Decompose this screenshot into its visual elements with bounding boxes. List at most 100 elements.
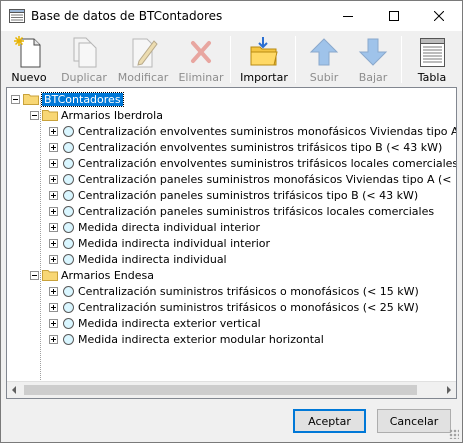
cancel-button[interactable]: Cancelar [377, 409, 451, 433]
circle-node-icon [63, 189, 74, 201]
toolbar-separator [401, 36, 402, 83]
table-button[interactable]: Tabla [409, 33, 455, 85]
expand-toggle[interactable] [49, 142, 58, 152]
tree-view[interactable]: BTContadores Armarios Iberdrola Centrali… [6, 87, 457, 399]
tree-item-label: Centralización paneles suministros monof… [78, 172, 457, 186]
tree-item[interactable]: Medida directa individual interior [49, 219, 260, 235]
circle-node-icon [63, 333, 74, 345]
collapse-toggle[interactable] [11, 94, 20, 104]
arrow-down-icon [358, 38, 388, 66]
tree-group-endesa[interactable]: Armarios Endesa [30, 267, 154, 283]
expand-toggle[interactable] [49, 126, 58, 136]
import-label: Importar [240, 71, 288, 84]
scroll-right-icon[interactable] [447, 386, 451, 394]
tree-root[interactable]: BTContadores [11, 91, 124, 107]
new-document-icon [14, 36, 41, 68]
folder-icon [42, 270, 58, 281]
tree-item[interactable]: Centralización envolventes suministros t… [49, 155, 457, 171]
toolbar-separator [295, 36, 296, 83]
move-up-label: Subir [309, 71, 339, 84]
edit-pencil-icon [132, 38, 158, 68]
folder-icon [23, 94, 39, 105]
tree-item[interactable]: Medida indirecta exterior vertical [49, 315, 261, 331]
tree-item[interactable]: Medida indirecta individual interior [49, 235, 270, 251]
delete-x-icon [191, 41, 211, 63]
expand-toggle[interactable] [49, 238, 58, 248]
close-icon [434, 11, 444, 21]
tree-item[interactable]: Centralización envolventes suministros m… [49, 123, 456, 139]
scroll-thumb[interactable] [24, 385, 417, 395]
move-down-label: Bajar [358, 71, 388, 84]
resize-grip[interactable] [449, 429, 459, 439]
circle-node-icon [63, 157, 74, 169]
circle-node-icon [63, 173, 74, 185]
circle-node-icon [63, 317, 74, 329]
import-button[interactable]: Importar [239, 33, 289, 85]
move-down-button[interactable]: Bajar [352, 33, 394, 85]
tree-root-label: BTContadores [41, 91, 124, 107]
tree-item[interactable]: Medida indirecta exterior modular horizo… [49, 331, 324, 347]
table-label: Tabla [417, 71, 447, 84]
expand-toggle[interactable] [49, 174, 58, 184]
tree-item-label: Medida indirecta exterior modular horizo… [78, 332, 324, 346]
tree-item[interactable]: Centralización suministros trifásicos o … [49, 283, 419, 299]
tree-group-iberdrola[interactable]: Armarios Iberdrola [30, 107, 163, 123]
expand-toggle[interactable] [49, 302, 58, 312]
arrow-up-icon [309, 38, 339, 66]
tree-guide-line [40, 98, 41, 386]
app-icon [9, 9, 25, 23]
tree-item-label: Medida indirecta individual interior [78, 236, 271, 250]
new-button[interactable]: Nuevo [5, 33, 53, 85]
tree-group-label: Armarios Iberdrola [61, 108, 163, 122]
tree-item[interactable]: Medida indirecta individual [49, 251, 227, 267]
tree-item-label: Centralización envolventes suministros t… [78, 156, 457, 170]
expand-toggle[interactable] [49, 206, 58, 216]
database-window: Base de datos de BTContadores Nuevo Dupl… [0, 0, 463, 443]
expand-toggle[interactable] [49, 254, 58, 264]
modify-button[interactable]: Modificar [115, 33, 171, 85]
tree-item-label: Centralización paneles suministros trifá… [78, 188, 419, 202]
circle-node-icon [63, 253, 74, 265]
duplicate-label: Duplicar [61, 71, 107, 84]
circle-node-icon [63, 141, 74, 153]
tree-item-label: Medida indirecta individual [78, 252, 227, 266]
tree-item[interactable]: Centralización paneles suministros trifá… [49, 203, 434, 219]
duplicate-icon [73, 37, 97, 68]
tree-item[interactable]: Centralización paneles suministros trifá… [49, 187, 418, 203]
expand-toggle[interactable] [49, 286, 58, 296]
collapse-toggle[interactable] [30, 270, 39, 280]
circle-node-icon [63, 285, 74, 297]
expand-toggle[interactable] [49, 318, 58, 328]
scroll-left-icon[interactable] [12, 386, 16, 394]
maximize-button[interactable] [371, 1, 417, 31]
minimize-button[interactable] [325, 1, 371, 31]
accept-button[interactable]: Aceptar [293, 409, 366, 433]
table-icon [420, 38, 445, 67]
tree-item-label: Centralización suministros trifásicos o … [78, 300, 419, 314]
maximize-icon [389, 11, 399, 21]
minimize-icon [343, 16, 353, 17]
expand-toggle[interactable] [49, 158, 58, 168]
tree-item-label: Centralización paneles suministros trifá… [78, 204, 435, 218]
collapse-toggle[interactable] [30, 110, 39, 120]
close-button[interactable] [416, 1, 462, 31]
tree-item-label: Medida directa individual interior [78, 220, 261, 234]
tree-item[interactable]: Centralización paneles suministros monof… [49, 171, 457, 187]
modify-label: Modificar [117, 71, 169, 84]
tree-item-label: Centralización envolventes suministros t… [78, 140, 443, 154]
delete-label: Eliminar [178, 71, 224, 84]
tree-item-label: Medida indirecta exterior vertical [78, 316, 261, 330]
tree-item[interactable]: Centralización suministros trifásicos o … [49, 299, 419, 315]
expand-toggle[interactable] [49, 334, 58, 344]
expand-toggle[interactable] [49, 222, 58, 232]
circle-node-icon [63, 301, 74, 313]
tree-item[interactable]: Centralización envolventes suministros t… [49, 139, 442, 155]
delete-button[interactable]: Eliminar [175, 33, 227, 85]
circle-node-icon [63, 205, 74, 217]
tree-group-label: Armarios Endesa [61, 268, 154, 282]
move-up-button[interactable]: Subir [303, 33, 345, 85]
expand-toggle[interactable] [49, 190, 58, 200]
duplicate-button[interactable]: Duplicar [58, 33, 110, 85]
tree-item-label: Centralización envolventes suministros m… [78, 124, 456, 138]
horizontal-scrollbar[interactable] [7, 381, 456, 398]
